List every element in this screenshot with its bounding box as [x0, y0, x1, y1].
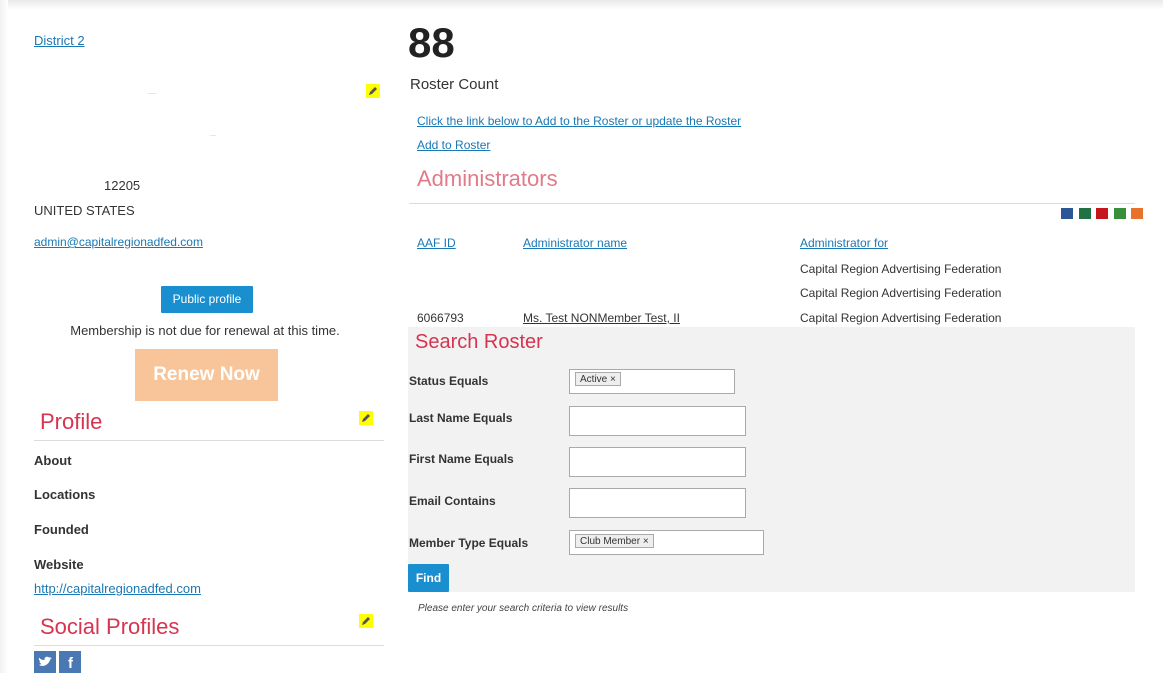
- roster-instruction-link[interactable]: Click the link below to Add to the Roste…: [417, 114, 741, 128]
- first-name-label: First Name Equals: [409, 452, 514, 466]
- remove-tag-icon[interactable]: ×: [610, 374, 616, 385]
- excel-icon[interactable]: [1079, 208, 1091, 219]
- country: UNITED STATES: [34, 203, 135, 218]
- profile-founded: Founded: [34, 522, 89, 537]
- roster-count-label: Roster Count: [410, 76, 499, 93]
- table-cell-admin-for: Capital Region Advertising Federation: [800, 262, 1002, 276]
- public-profile-button[interactable]: Public profile: [161, 286, 253, 313]
- member-type-tag[interactable]: Club Member ×: [575, 534, 654, 548]
- email-contains-label: Email Contains: [409, 494, 496, 508]
- status-tag[interactable]: Active ×: [575, 372, 621, 386]
- edit-contact-pencil-icon[interactable]: [366, 84, 380, 98]
- first-name-input[interactable]: [569, 447, 746, 477]
- administrators-title: Administrators: [417, 166, 558, 191]
- profile-locations: Locations: [34, 487, 96, 502]
- table-cell-admin-for: Capital Region Advertising Federation: [800, 311, 1002, 325]
- last-name-label: Last Name Equals: [409, 411, 513, 425]
- column-header-aaf-id[interactable]: AAF ID: [417, 236, 456, 250]
- profile-about: About: [34, 453, 72, 468]
- add-to-roster-link[interactable]: Add to Roster: [417, 138, 490, 152]
- renewal-status: Membership is not due for renewal at thi…: [70, 323, 340, 338]
- member-type-label: Member Type Equals: [409, 536, 529, 550]
- twitter-icon[interactable]: [34, 651, 56, 673]
- email-link[interactable]: admin@capitalregionadfed.com: [34, 235, 203, 249]
- renew-now-button[interactable]: Renew Now: [135, 349, 278, 401]
- profile-title: Profile: [40, 409, 103, 434]
- profile-divider: [34, 440, 384, 441]
- column-header-admin-name[interactable]: Administrator name: [523, 236, 627, 250]
- edit-profile-pencil-icon[interactable]: [359, 411, 373, 425]
- administrators-divider: [409, 203, 1135, 204]
- xml-icon[interactable]: [1131, 208, 1143, 219]
- search-roster-panel: [408, 327, 1135, 592]
- status-equals-label: Status Equals: [409, 374, 489, 388]
- zip-code: 12205: [104, 178, 141, 193]
- left-shadow: [0, 0, 8, 673]
- table-cell-admin-for: Capital Region Advertising Federation: [800, 286, 1002, 300]
- table-cell-admin-name[interactable]: Ms. Test NONMember Test, II: [523, 311, 680, 325]
- faint-mark: [210, 135, 216, 136]
- pdf-icon[interactable]: [1096, 208, 1108, 219]
- social-divider: [34, 645, 384, 646]
- roster-count-number: 88: [408, 19, 455, 66]
- facebook-icon[interactable]: f: [59, 651, 81, 673]
- table-cell-aaf-id: 6066793: [417, 311, 464, 325]
- svg-text:f: f: [68, 655, 74, 672]
- profile-website-label: Website: [34, 557, 84, 572]
- faint-mark: [148, 93, 156, 94]
- remove-tag-icon[interactable]: ×: [643, 536, 649, 547]
- district-link[interactable]: District 2: [34, 33, 85, 48]
- email-contains-input[interactable]: [569, 488, 746, 518]
- word-icon[interactable]: [1061, 208, 1073, 219]
- find-button[interactable]: Find: [408, 564, 449, 592]
- top-shadow: [0, 0, 1163, 10]
- social-profiles-title: Social Profiles: [40, 614, 180, 639]
- search-roster-title: Search Roster: [415, 331, 543, 353]
- search-hint: Please enter your search criteria to vie…: [418, 603, 629, 614]
- status-tag-label: Active: [580, 374, 608, 385]
- csv-icon[interactable]: [1114, 208, 1126, 219]
- website-link[interactable]: http://capitalregionadfed.com: [34, 581, 201, 596]
- column-header-admin-for[interactable]: Administrator for: [800, 236, 888, 250]
- edit-social-pencil-icon[interactable]: [359, 614, 373, 628]
- member-type-tag-label: Club Member: [580, 536, 641, 547]
- last-name-input[interactable]: [569, 406, 746, 436]
